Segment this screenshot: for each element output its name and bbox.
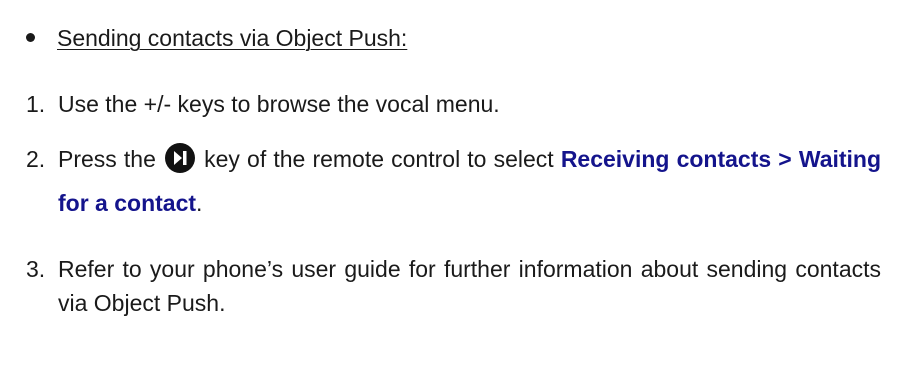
document-page: Sending contacts via Object Push: 1. Use… <box>0 0 902 367</box>
step-text-middle: key of the remote control to select <box>204 146 554 172</box>
step-text: Use the +/- keys to browse the vocal men… <box>58 91 500 117</box>
step-text: Press the key of the remote control to s… <box>58 137 881 225</box>
step-text: Refer to your phone’s user guide for fur… <box>58 256 881 316</box>
heading-text: Sending contacts via Object Push: <box>57 25 408 51</box>
play-next-key-icon <box>165 143 196 173</box>
section-heading: Sending contacts via Object Push: <box>26 24 407 52</box>
step-item: 1. Use the +/- keys to browse the vocal … <box>0 87 902 121</box>
step-text-start: Press the <box>58 146 156 172</box>
step-text-end: . <box>196 190 203 216</box>
step-item: 3. Refer to your phone’s user guide for … <box>0 252 902 332</box>
bullet-icon <box>26 33 35 43</box>
step-item: 2. Press the key of the remote control t… <box>0 142 902 222</box>
